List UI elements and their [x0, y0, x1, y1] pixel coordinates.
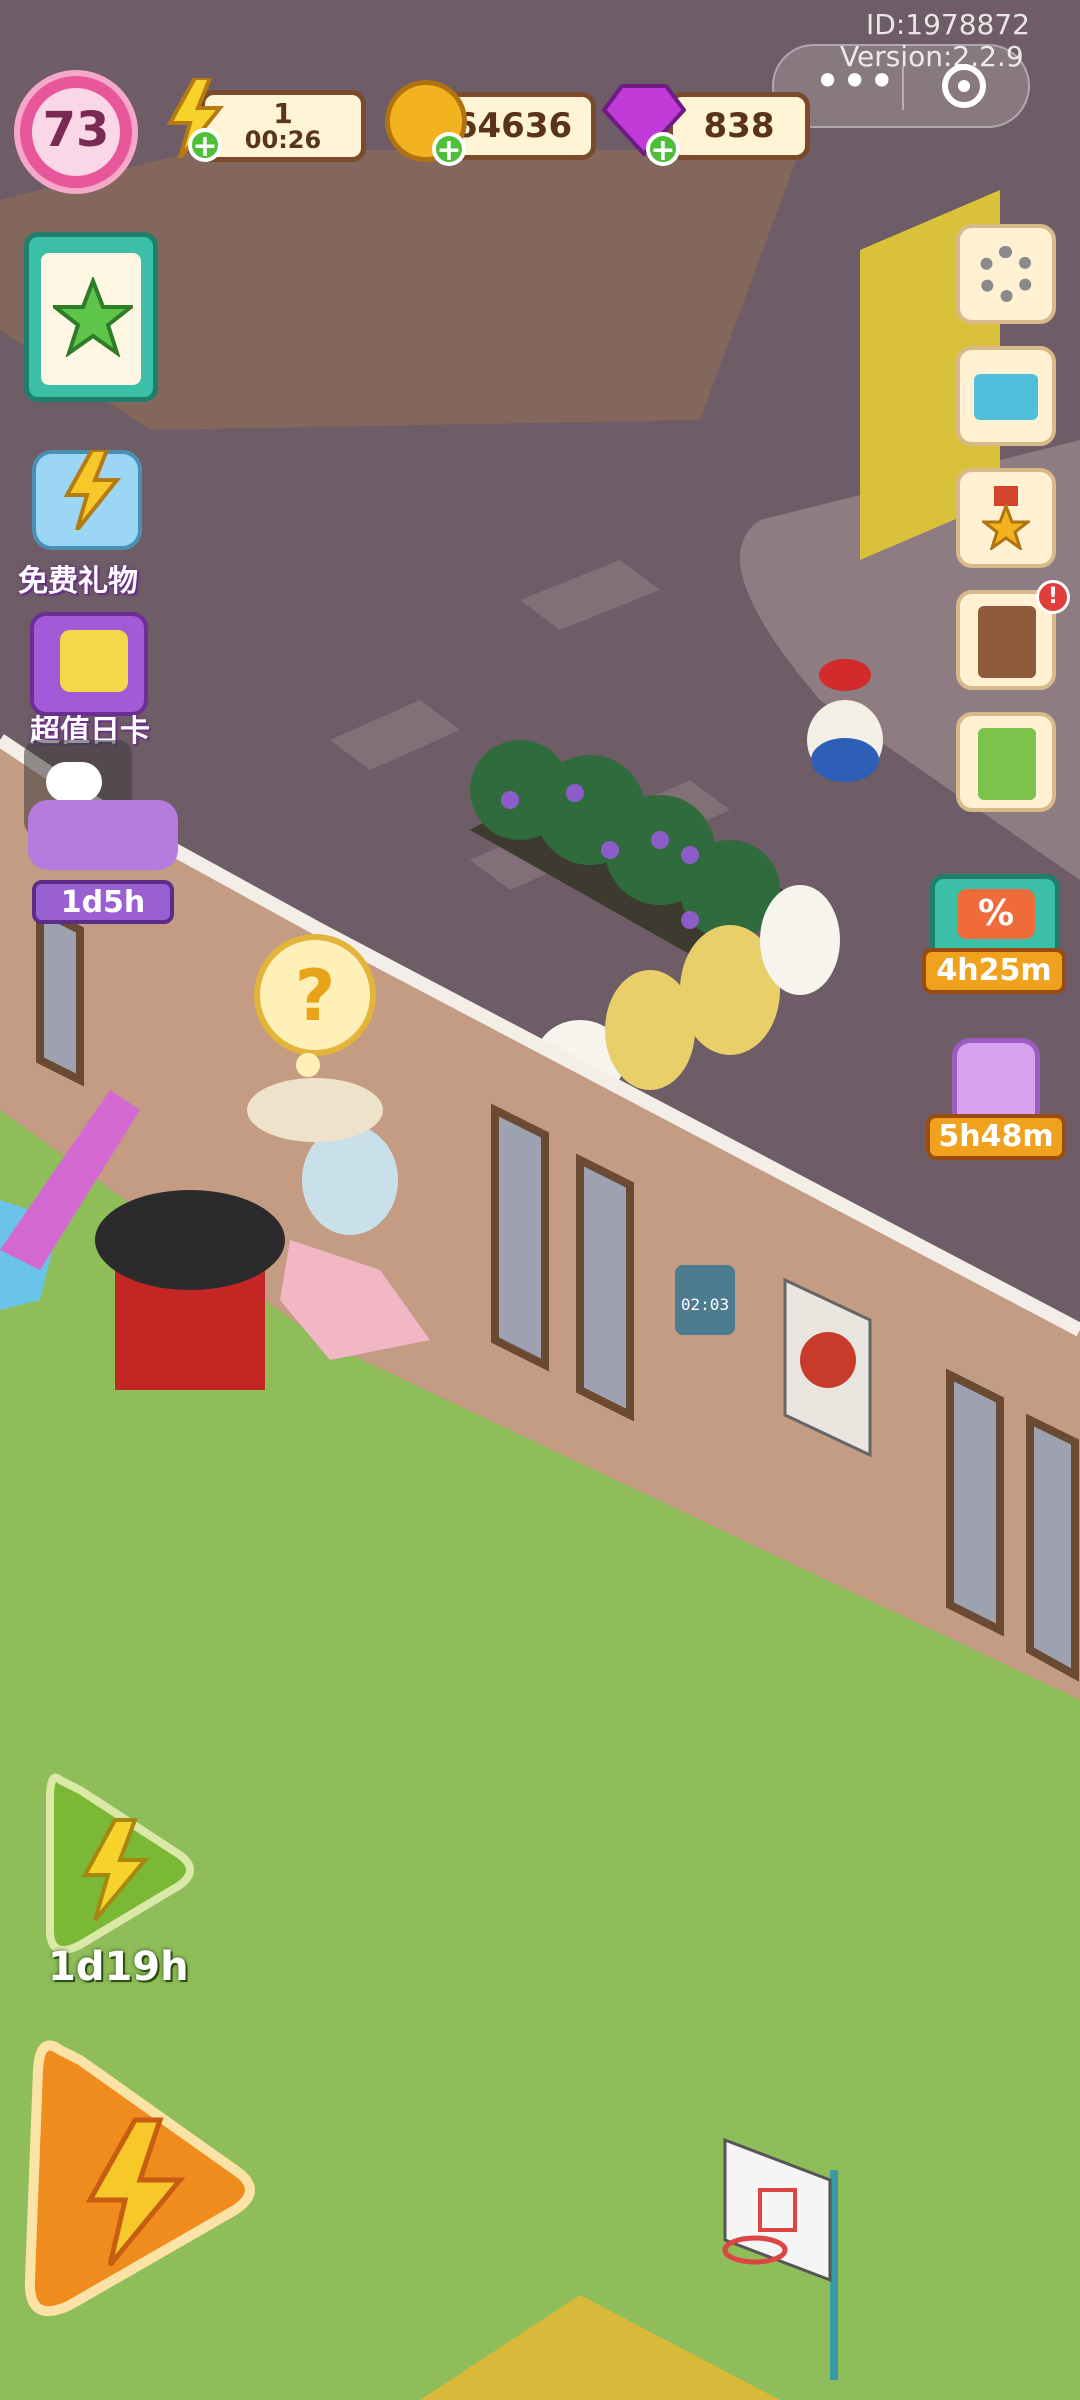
- gift-lightning-icon: [62, 448, 122, 532]
- energy-value: 1: [273, 97, 293, 130]
- free-gift-label: 免费礼物: [18, 564, 138, 599]
- gear-icon: [978, 246, 1034, 302]
- gem-add-button[interactable]: +: [646, 132, 680, 166]
- star-clipboard-icon: [49, 275, 137, 359]
- tasks-clipboard-button[interactable]: [24, 232, 158, 402]
- gem-value: 838: [703, 106, 775, 146]
- storybook-button[interactable]: !: [956, 580, 1070, 690]
- gem-counter[interactable]: 838: [668, 92, 810, 160]
- medal-button[interactable]: [956, 468, 1056, 568]
- mail-icon: [974, 374, 1038, 420]
- boost-timer: 1d19h: [48, 1944, 189, 1990]
- settings-button[interactable]: [956, 224, 1056, 324]
- event-pack-button[interactable]: [28, 790, 178, 890]
- energy-timer: 00:26: [244, 126, 322, 154]
- player-id: ID:1978872: [866, 8, 1030, 41]
- red-cooker[interactable]: [95, 1190, 285, 1390]
- level-number: 73: [42, 102, 110, 158]
- play-button[interactable]: [20, 2030, 260, 2330]
- medal-icon: [979, 486, 1033, 552]
- coin-add-button[interactable]: +: [432, 132, 466, 166]
- discount-icon: %: [957, 889, 1035, 939]
- coin-value: 64636: [453, 106, 573, 146]
- close-circle-icon[interactable]: [942, 64, 986, 108]
- recipe-book-icon: [978, 728, 1036, 800]
- recipe-book-button[interactable]: [956, 712, 1056, 812]
- level-badge[interactable]: 73: [14, 70, 138, 194]
- energy-add-button[interactable]: +: [188, 128, 222, 162]
- question-mark: ?: [295, 955, 336, 1037]
- capsule-menu: •••: [772, 44, 1030, 128]
- event-timer: 1d5h: [32, 880, 174, 924]
- capsule-divider: [902, 66, 904, 110]
- jar-timer: 5h48m: [926, 1114, 1066, 1160]
- mail-button[interactable]: [956, 346, 1056, 446]
- menu-dots-icon[interactable]: •••: [814, 58, 895, 110]
- wall-clock-time: 02:03: [681, 1295, 729, 1314]
- alert-badge: !: [1036, 580, 1070, 614]
- sale-timer: 4h25m: [922, 948, 1066, 994]
- book-icon: [978, 606, 1036, 678]
- boost-button[interactable]: [30, 1770, 200, 1960]
